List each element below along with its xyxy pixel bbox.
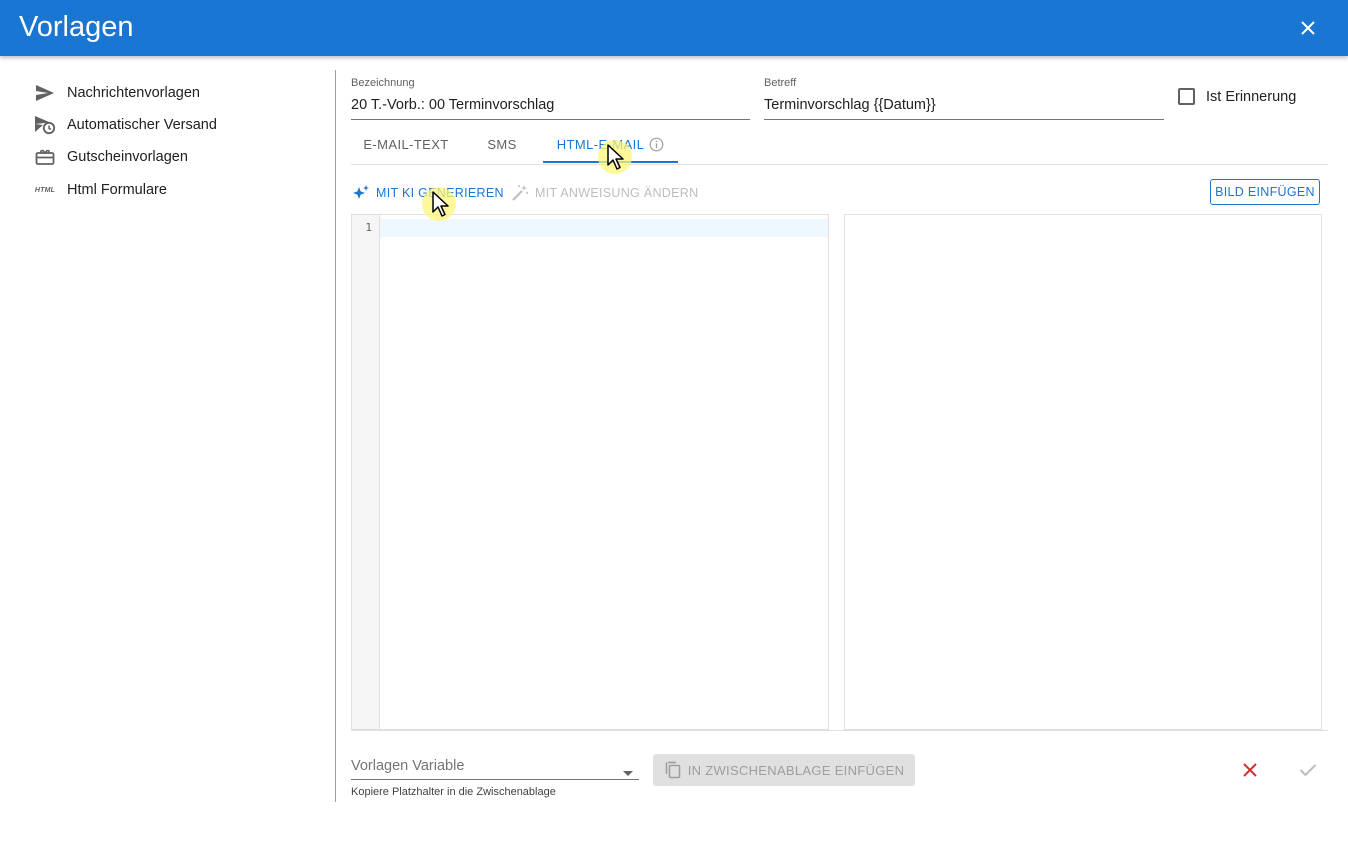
scheduled-send-icon <box>34 114 56 136</box>
sidebar-item-nachrichtenvorlagen[interactable]: Nachrichtenvorlagen <box>34 80 324 106</box>
template-variable-underline <box>351 779 639 780</box>
bezeichnung-underline <box>351 119 750 120</box>
sparkle-icon <box>352 184 370 202</box>
template-variable-placeholder: Vorlagen Variable <box>351 758 465 774</box>
copy-icon <box>664 761 682 779</box>
tab-bar: E-MAIL-TEXT SMS HTML-E-MAIL <box>351 126 1328 165</box>
info-icon[interactable] <box>649 137 664 152</box>
close-icon <box>1243 763 1257 777</box>
template-variable-hint: Kopiere Platzhalter in die Zwischenablag… <box>351 786 556 798</box>
editor-active-line[interactable] <box>380 219 828 237</box>
cancel-button[interactable] <box>1238 758 1262 782</box>
close-button[interactable] <box>1294 14 1322 42</box>
html-code-editor[interactable]: 1 <box>351 214 829 730</box>
bezeichnung-input[interactable]: 20 T.-Vorb.: 00 Terminvorschlag <box>351 97 750 113</box>
sidebar-item-label: Html Formulare <box>67 182 167 198</box>
mouse-pointer-icon <box>432 191 449 217</box>
html-preview-pane <box>844 214 1322 730</box>
close-icon <box>1301 21 1315 35</box>
content-divider <box>351 730 1328 731</box>
insert-image-button[interactable]: BILD EINFÜGEN <box>1210 179 1320 205</box>
ist-erinnerung-label: Ist Erinnerung <box>1206 88 1297 105</box>
betreff-field[interactable]: Betreff Terminvorschlag {{Datum}} <box>764 77 1164 121</box>
tab-email-text[interactable]: E-MAIL-TEXT <box>351 126 461 162</box>
html-icon: HTML <box>34 186 56 194</box>
sidebar-divider <box>335 70 336 802</box>
ist-erinnerung-checkbox[interactable] <box>1178 88 1195 105</box>
copy-to-clipboard-button[interactable]: IN ZWISCHENABLAGE EINFÜGEN <box>653 754 915 786</box>
bezeichnung-label: Bezeichnung <box>351 77 415 89</box>
send-icon <box>34 82 56 104</box>
modify-with-instruction-button[interactable]: MIT ANWEISUNG ÄNDERN <box>511 182 698 204</box>
sidebar: Nachrichtenvorlagen Automatischer Versan… <box>0 56 335 802</box>
tab-sms[interactable]: SMS <box>461 126 543 162</box>
betreff-input[interactable]: Terminvorschlag {{Datum}} <box>764 97 1164 113</box>
betreff-label: Betreff <box>764 77 797 89</box>
app-header: Vorlagen <box>0 0 1348 56</box>
confirm-button[interactable] <box>1296 758 1320 782</box>
sidebar-item-html-formulare[interactable]: HTML Html Formulare <box>34 177 324 203</box>
template-variable-select[interactable]: Vorlagen Variable <box>351 756 639 780</box>
bezeichnung-field[interactable]: Bezeichnung 20 T.-Vorb.: 00 Terminvorsch… <box>351 77 750 121</box>
magic-wand-icon <box>511 184 529 202</box>
sidebar-item-label: Nachrichtenvorlagen <box>67 85 200 101</box>
mouse-pointer-icon <box>607 144 624 170</box>
sidebar-item-gutscheinvorlagen[interactable]: Gutscheinvorlagen <box>34 144 324 170</box>
sidebar-item-label: Automatischer Versand <box>67 117 217 133</box>
sidebar-item-label: Gutscheinvorlagen <box>67 149 188 165</box>
gift-card-icon <box>34 146 56 168</box>
sidebar-item-automatischer-versand[interactable]: Automatischer Versand <box>34 112 324 138</box>
betreff-underline <box>764 119 1164 120</box>
ist-erinnerung-checkbox-wrap[interactable]: Ist Erinnerung <box>1178 88 1296 105</box>
line-number: 1 <box>365 221 372 234</box>
page-title: Vorlagen <box>19 11 134 43</box>
check-icon <box>1299 764 1317 777</box>
editor-gutter: 1 <box>352 215 380 729</box>
